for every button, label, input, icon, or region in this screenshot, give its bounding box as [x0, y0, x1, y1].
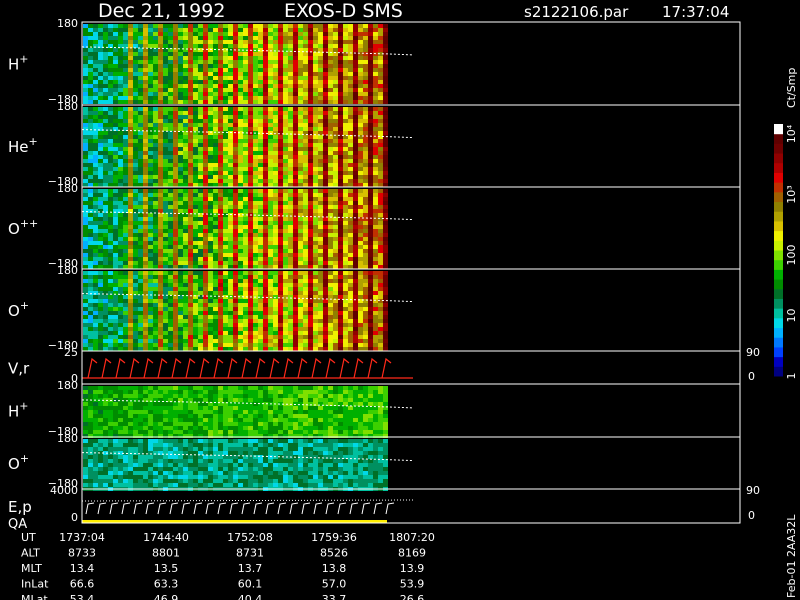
colorbar-tick-label: 10⁴ — [785, 124, 798, 143]
x-axis-tick-label: 60.1 — [238, 578, 263, 591]
x-axis-tick-label: 57.0 — [322, 578, 347, 591]
colorbar-swatch — [774, 346, 783, 358]
header-file: s2122106.par — [524, 3, 629, 21]
exos-d-sms-plot: Dec 21, 1992 EXOS-D SMS s2122106.par 17:… — [0, 0, 800, 600]
colorbar-swatch — [774, 259, 783, 270]
x-axis-tick-label: 8169 — [398, 547, 426, 560]
x-axis-row-name: ALT — [21, 547, 40, 560]
colorbar-swatch — [774, 143, 783, 154]
panel-h_plus_1-spectrogram — [83, 24, 388, 104]
x-axis-tick-label: 13.7 — [238, 562, 263, 575]
panel-vr-rtop: 90 — [746, 346, 760, 359]
x-axis-tick-label: 8801 — [152, 547, 180, 560]
colorbar-tick-label: 10 — [785, 309, 798, 323]
colorbar-swatch — [774, 356, 783, 367]
colorbar-swatch — [774, 191, 783, 203]
panel-ep_qa-ytop: 4000 — [50, 484, 78, 497]
panel-h_plus_1-ytop: 180 — [57, 17, 78, 30]
x-axis-tick-label: 13.9 — [400, 562, 425, 575]
colorbar-tick-label: 10³ — [785, 185, 798, 203]
panel-ep_qa-rtop: 90 — [746, 484, 760, 497]
colorbar-swatch — [774, 220, 783, 232]
colorbar-swatch — [774, 288, 783, 299]
colorbar-swatch — [774, 308, 783, 319]
colorbar-swatch — [774, 327, 783, 338]
panel-vr-rbot: 0 — [748, 370, 755, 383]
colorbar-swatch — [774, 172, 783, 183]
panel-o_plus_1-ytop: 180 — [57, 264, 78, 277]
colorbar-title: Ct/Smp — [785, 68, 798, 108]
header-time: 17:37:04 — [662, 3, 729, 21]
x-axis-tick-label: 66.6 — [70, 578, 95, 591]
colorbar-swatch — [774, 240, 783, 251]
x-axis-tick-label: 8731 — [236, 547, 264, 560]
colorbar-swatch — [774, 153, 783, 164]
panel-vr-label: V,r — [8, 360, 30, 378]
x-axis-tick-label: 33.7 — [322, 593, 347, 600]
colorbar-swatch — [774, 201, 783, 212]
header-date: Dec 21, 1992 — [98, 0, 225, 22]
x-axis-tick-label: 40.4 — [238, 593, 263, 600]
x-axis-tick-label: 1744:40 — [143, 531, 189, 544]
colorbar-tick-label: 100 — [785, 245, 798, 266]
panel-o_plusplus-spectrogram — [83, 189, 388, 269]
colorbar-swatch — [774, 133, 783, 144]
x-axis-tick-label: 1759:36 — [311, 531, 357, 544]
panel-ep_qa-rbot: 0 — [748, 509, 755, 522]
colorbar-swatch — [774, 337, 783, 348]
x-axis-tick-label: 26.6 — [400, 593, 425, 600]
panel-vr-ytop: 25 — [64, 346, 78, 359]
colorbar-swatch — [774, 317, 783, 329]
x-axis-tick-label: 8526 — [320, 547, 348, 560]
x-axis-row-name: UT — [21, 531, 36, 544]
panel-he_plus-spectrogram — [83, 107, 388, 187]
colorbar-swatch — [774, 211, 783, 222]
colorbar-swatch — [774, 230, 783, 241]
footer-stamp: Feb-01 2AA32L — [785, 514, 798, 598]
colorbar-swatch — [774, 298, 783, 309]
panel-o_plus_1-spectrogram — [83, 271, 388, 351]
x-axis-tick-label: 53.9 — [400, 578, 425, 591]
x-axis-row-name: MLat — [21, 593, 48, 600]
panel-he_plus-ytop: 180 — [57, 100, 78, 113]
x-axis-tick-label: 8733 — [68, 547, 96, 560]
colorbar-swatch — [774, 250, 783, 261]
x-axis-tick-label: 63.3 — [154, 578, 179, 591]
x-axis-tick-label: 13.4 — [70, 562, 95, 575]
colorbar-swatch — [774, 366, 783, 377]
colorbar-tick-label: 1 — [785, 373, 798, 380]
x-axis-tick-label: 1752:08 — [227, 531, 273, 544]
header-instrument: EXOS-D SMS — [284, 0, 403, 22]
colorbar-swatch — [774, 182, 783, 193]
x-axis-row-name: InLat — [21, 578, 49, 591]
panel-h_plus_2-spectrogram — [83, 386, 388, 438]
colorbar-swatch — [774, 269, 783, 280]
panel-o_plus_2-ytop: 180 — [57, 432, 78, 445]
colorbar-swatch — [774, 279, 783, 290]
x-axis-tick-label: 1807:20 — [389, 531, 435, 544]
colorbar-swatch — [774, 124, 783, 135]
colorbar-swatch — [774, 162, 783, 173]
x-axis-tick-label: 53.4 — [70, 593, 95, 600]
x-axis-tick-label: 13.8 — [322, 562, 347, 575]
panel-h_plus_2-ytop: 180 — [57, 379, 78, 392]
x-axis-tick-label: 13.5 — [154, 562, 179, 575]
panel-ep_qa-label: E,p — [8, 498, 32, 516]
panel-ep_qa-label2: QA — [8, 517, 27, 532]
x-axis-tick-label: 46.9 — [154, 593, 179, 600]
x-axis-tick-label: 1737:04 — [59, 531, 105, 544]
panel-o_plus_2-spectrogram — [83, 439, 388, 491]
panel-ep_qa-ybot: 0 — [71, 511, 78, 524]
panel-o_plusplus-ytop: 180 — [57, 182, 78, 195]
x-axis-row-name: MLT — [21, 562, 42, 575]
